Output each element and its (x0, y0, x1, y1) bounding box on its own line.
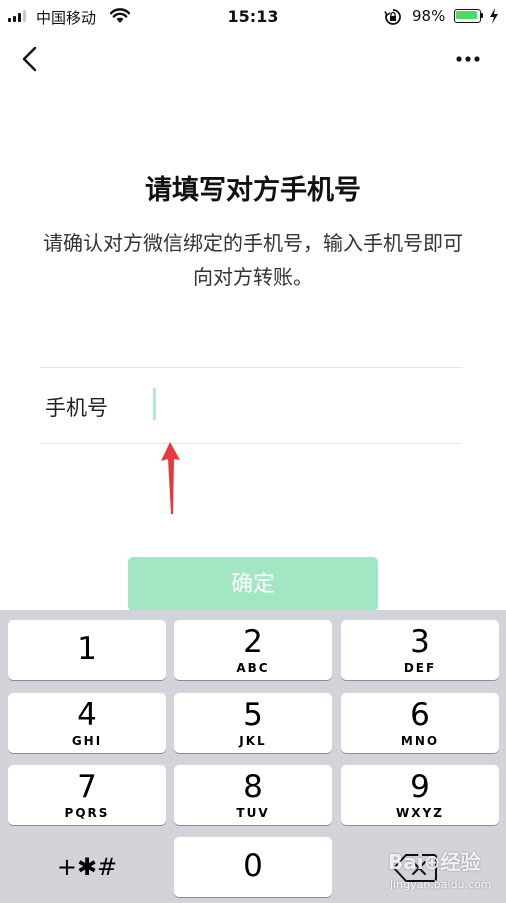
red-arrow-icon (161, 442, 180, 514)
charging-icon (490, 8, 498, 24)
key-8[interactable]: 8 TUV (174, 765, 332, 825)
text-cursor (153, 388, 156, 420)
confirm-button[interactable]: 确定 (128, 557, 378, 611)
phone-input[interactable] (150, 384, 450, 426)
key-letters: GHI (71, 734, 103, 748)
key-letters: PQRS (64, 806, 110, 820)
key-digit: 2 (243, 624, 263, 660)
key-digit: 6 (410, 697, 430, 733)
battery-percent: 98% (412, 7, 446, 25)
watermark-brand: Bai⊕经验 (388, 850, 481, 874)
phone-row[interactable]: 手机号 (40, 368, 462, 443)
key-letters: JKL (239, 734, 267, 748)
key-3[interactable]: 3 DEF (341, 620, 499, 680)
rotation-lock-icon (384, 9, 401, 25)
key-0[interactable]: 0 (174, 837, 332, 897)
key-digit: 9 (410, 769, 430, 805)
key-4[interactable]: 4 GHI (8, 693, 166, 753)
key-digit: 3 (410, 624, 430, 660)
key-digit: 4 (77, 697, 97, 733)
key-digit: 8 (243, 769, 263, 805)
divider (40, 443, 462, 444)
key-digit: 7 (77, 769, 97, 805)
key-letters: WXYZ (396, 806, 444, 820)
status-bar: 中国移动 15:13 98% (0, 0, 506, 34)
key-digit: 0 (243, 848, 263, 884)
chevron-left-icon[interactable] (20, 46, 40, 72)
watermark: Bai⊕经验 jingyan.baidu.com (380, 840, 506, 903)
key-digit: 5 (243, 697, 263, 733)
key-symbols[interactable]: +✱# (8, 837, 166, 897)
key-7[interactable]: 7 PQRS (8, 765, 166, 825)
key-5[interactable]: 5 JKL (174, 693, 332, 753)
key-letters: TUV (236, 806, 270, 820)
key-9[interactable]: 9 WXYZ (341, 765, 499, 825)
more-icon[interactable] (455, 55, 481, 63)
key-letters: MNO (400, 734, 440, 748)
key-digit: 1 (77, 631, 97, 667)
watermark-url: jingyan.baidu.com (390, 878, 492, 891)
page-title: 请填写对方手机号 (145, 175, 361, 206)
phone-label: 手机号 (45, 396, 108, 420)
key-1[interactable]: 1 (8, 620, 166, 680)
key-letters: ABC (236, 661, 270, 675)
page-description: 请确认对方微信绑定的手机号，输入手机号即可向对方转账。 (43, 231, 463, 289)
key-2[interactable]: 2 ABC (174, 620, 332, 680)
key-letters: DEF (403, 661, 437, 675)
battery-icon (454, 9, 483, 23)
key-6[interactable]: 6 MNO (341, 693, 499, 753)
phone-screen: 中国移动 15:13 98% 请填写对方手机号 请确认对方微信绑定的手机号，输入… (0, 0, 506, 903)
